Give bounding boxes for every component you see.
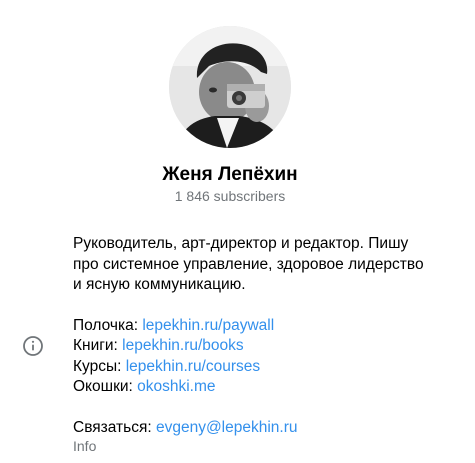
description-line: Руководитель, арт-директор и редактор. П… [73,235,409,252]
avatar-photo [169,26,291,148]
courses-link[interactable]: lepekhin.ru/courses [126,358,260,375]
link-row-books: Книги: lepekhin.ru/books [73,336,468,357]
email-link[interactable]: evgeny@lepekhin.ru [156,419,298,436]
subscriber-count: 1 846 subscribers [174,188,286,204]
link-label: Окошки: [73,378,138,395]
books-link[interactable]: lepekhin.ru/books [122,337,244,354]
description-line: про системное управление, здоровое лидер… [73,255,424,273]
contact-row: Связаться: evgeny@lepekhin.ru [73,418,468,439]
channel-info-page: Женя Лепёхин 1 846 subscribers Руководит… [0,0,475,463]
okoshki-link[interactable]: okoshki.me [137,378,215,395]
paywall-link[interactable]: lepekhin.ru/paywall [142,317,274,334]
contact-label: Связаться: [73,418,156,436]
link-row-courses: Курсы: lepekhin.ru/courses [73,357,468,378]
info-caption: Info [73,438,97,454]
description-line: и ясную коммуникацию. [73,276,246,293]
channel-avatar[interactable] [169,26,291,148]
channel-description: Руководитель, арт-директор и редактор. П… [73,234,468,438]
link-row-okoshki: Окошки: okoshki.me [73,377,468,398]
link-label: Курсы: [73,357,126,375]
channel-name: Женя Лепёхин [162,164,298,185]
link-label: Полочка: [73,316,143,334]
link-row-paywall: Полочка: lepekhin.ru/paywall [73,316,468,337]
info-circle-icon [22,335,44,357]
link-label: Книги: [73,337,123,354]
